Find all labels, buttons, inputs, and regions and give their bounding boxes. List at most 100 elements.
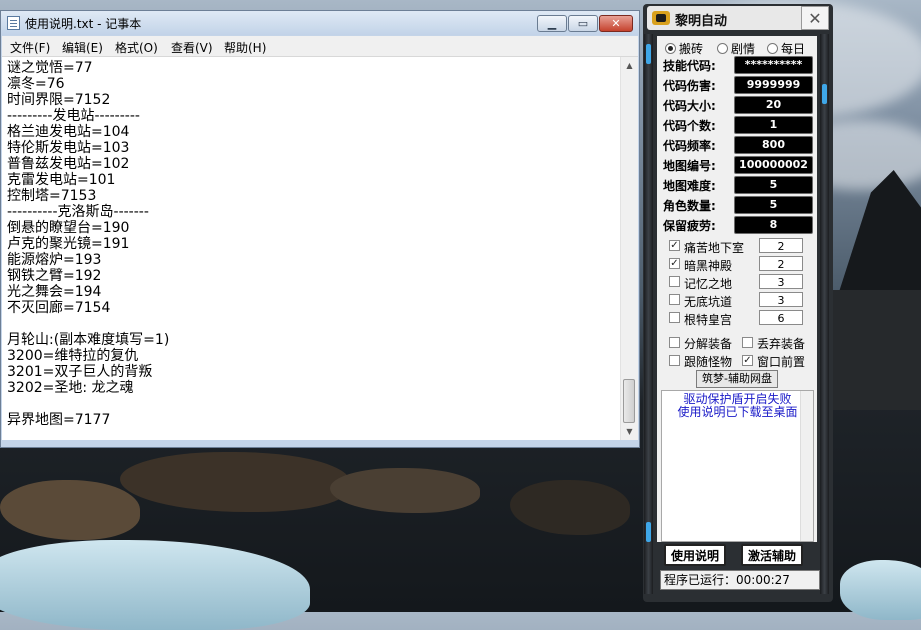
dungeon-count-input[interactable]: 2 — [759, 238, 803, 253]
minimize-button[interactable]: ▁ — [537, 15, 567, 32]
radio-off-icon — [767, 43, 778, 54]
radio-off-icon — [717, 43, 728, 54]
text-line: 异界地图=7177 — [7, 412, 111, 428]
field-label: 技能代码: — [663, 59, 716, 73]
field-label: 代码大小: — [663, 99, 716, 113]
field-map-difficulty: 地图难度: 5 — [663, 176, 813, 194]
close-button[interactable]: ✕ — [599, 15, 633, 32]
field-map-id: 地图编号: 100000002 — [663, 156, 813, 174]
scroll-thumb[interactable] — [623, 379, 635, 423]
radio-meiri[interactable]: 每日 — [767, 40, 805, 57]
app-logo-icon — [652, 11, 670, 25]
field-input[interactable]: ********** — [734, 56, 813, 74]
radio-label: 剧情 — [731, 42, 756, 56]
netdisk-button[interactable]: 筑梦-辅助网盘 — [696, 370, 778, 388]
dungeon-count-input[interactable]: 3 — [759, 274, 803, 289]
dungeon-count-input[interactable]: 6 — [759, 310, 803, 325]
dungeon-count-input[interactable]: 3 — [759, 292, 803, 307]
activate-button[interactable]: 激活辅助 — [741, 544, 803, 566]
checkbox-unchecked[interactable] — [669, 276, 680, 287]
rock — [510, 480, 630, 535]
text-line: 普鲁兹发电站=102 — [7, 156, 130, 172]
menu-help[interactable]: 帮助(H) — [224, 39, 266, 56]
text-area[interactable]: 谜之觉悟=77 凛冬=76 时间界限=7152 ---------发电站----… — [2, 57, 620, 440]
log-scrollbar[interactable] — [800, 391, 813, 541]
text-line: 3202=圣地: 龙之魂 — [7, 380, 134, 396]
text-line: 不灭回廊=7154 — [7, 300, 111, 316]
field-input[interactable]: 5 — [734, 176, 813, 194]
text-line: 3201=双子巨人的背叛 — [7, 364, 153, 380]
radio-banzhuan[interactable]: 搬砖 — [665, 40, 703, 57]
text-line: 格兰迪发电站=104 — [7, 124, 130, 140]
checkbox-unchecked[interactable] — [669, 355, 680, 366]
dungeon-label: 根特皇宫 — [684, 313, 733, 327]
field-label: 保留疲劳: — [663, 219, 716, 233]
checkbox-unchecked[interactable] — [669, 294, 680, 305]
dungeon-row: ✓ 痛苦地下室 2 — [669, 238, 809, 255]
field-input[interactable]: 1 — [734, 116, 813, 134]
field-reserve-fatigue: 保留疲劳: 8 — [663, 216, 813, 234]
menu-view[interactable]: 查看(V) — [171, 39, 213, 56]
notepad-titlebar[interactable]: 使用说明.txt - 记事本 ▁ ▭ ✕ — [1, 11, 639, 35]
scroll-up-icon[interactable]: ▲ — [621, 57, 638, 74]
radio-label: 每日 — [781, 42, 806, 56]
field-code-damage: 代码伤害: 9999999 — [663, 76, 813, 94]
field-input[interactable]: 8 — [734, 216, 813, 234]
field-input[interactable]: 9999999 — [734, 76, 813, 94]
dungeon-label: 记忆之地 — [684, 277, 733, 291]
field-code-count: 代码个数: 1 — [663, 116, 813, 134]
field-code-frequency: 代码频率: 800 — [663, 136, 813, 154]
field-input[interactable]: 800 — [734, 136, 813, 154]
radio-juqing[interactable]: 剧情 — [717, 40, 755, 57]
notepad-window: 使用说明.txt - 记事本 ▁ ▭ ✕ 文件(F) 编辑(E) 格式(O) 查… — [0, 10, 640, 448]
text-line: 月轮山:(副本难度填写=1) — [7, 332, 170, 348]
dungeon-row: 记忆之地 3 — [669, 274, 809, 291]
rail-light — [822, 84, 827, 104]
field-label: 角色数量: — [663, 199, 716, 213]
checkbox-checked[interactable]: ✓ — [669, 240, 680, 251]
checkbox-unchecked[interactable] — [669, 337, 680, 348]
close-icon: ✕ — [611, 17, 621, 30]
menu-file[interactable]: 文件(F) — [10, 39, 50, 56]
field-input[interactable]: 5 — [734, 196, 813, 214]
text-line: ---------发电站--------- — [7, 108, 140, 124]
checkbox-checked[interactable]: ✓ — [742, 355, 753, 366]
field-label: 代码伤害: — [663, 79, 716, 93]
maximize-button[interactable]: ▭ — [568, 15, 598, 32]
tool-close-button[interactable]: ✕ — [801, 6, 829, 30]
log-line: 使用说明已下载至桌面 — [677, 405, 798, 419]
menu-edit[interactable]: 编辑(E) — [62, 39, 103, 56]
rail-light — [646, 522, 651, 542]
field-label: 代码频率: — [663, 139, 716, 153]
text-line: 3200=维特拉的复仇 — [7, 348, 139, 364]
menu-format[interactable]: 格式(O) — [115, 39, 158, 56]
vertical-scrollbar[interactable]: ▲ ▼ — [620, 57, 638, 440]
mountain — [820, 290, 921, 410]
checkbox-unchecked[interactable] — [742, 337, 753, 348]
field-input[interactable]: 100000002 — [734, 156, 813, 174]
field-input[interactable]: 20 — [734, 96, 813, 114]
right-rail — [820, 34, 829, 594]
text-line: 特伦斯发电站=103 — [7, 140, 130, 156]
dungeon-count-input[interactable]: 2 — [759, 256, 803, 271]
field-label: 地图编号: — [663, 159, 716, 173]
option-label: 跟随怪物 — [684, 355, 733, 369]
menu-bar: 文件(F) 编辑(E) 格式(O) 查看(V) 帮助(H) — [2, 36, 638, 57]
tool-window: 黎明自动 ✕ 搬砖 剧情 每日 技能代码: ********** 代码伤害: 999… — [643, 4, 833, 602]
text-line: 钢铁之臂=192 — [7, 268, 102, 284]
text-line: 克雷发电站=101 — [7, 172, 116, 188]
help-button[interactable]: 使用说明 — [664, 544, 726, 566]
field-skill-code: 技能代码: ********** — [663, 56, 813, 74]
scroll-down-icon[interactable]: ▼ — [621, 423, 638, 440]
dungeon-label: 痛苦地下室 — [684, 241, 745, 255]
ice-floe — [840, 560, 921, 620]
maximize-icon: ▭ — [577, 17, 589, 30]
rail-light — [646, 44, 651, 64]
checkbox-unchecked[interactable] — [669, 312, 680, 323]
status-bar: 程序已运行：00:00:27 — [660, 570, 820, 590]
radio-on-icon — [665, 43, 676, 54]
dungeon-label: 暗黑神殿 — [684, 259, 733, 273]
tool-body: 搬砖 剧情 每日 技能代码: ********** 代码伤害: 9999999 代码… — [657, 36, 817, 542]
text-line: 能源熔炉=193 — [7, 252, 102, 268]
checkbox-checked[interactable]: ✓ — [669, 258, 680, 269]
